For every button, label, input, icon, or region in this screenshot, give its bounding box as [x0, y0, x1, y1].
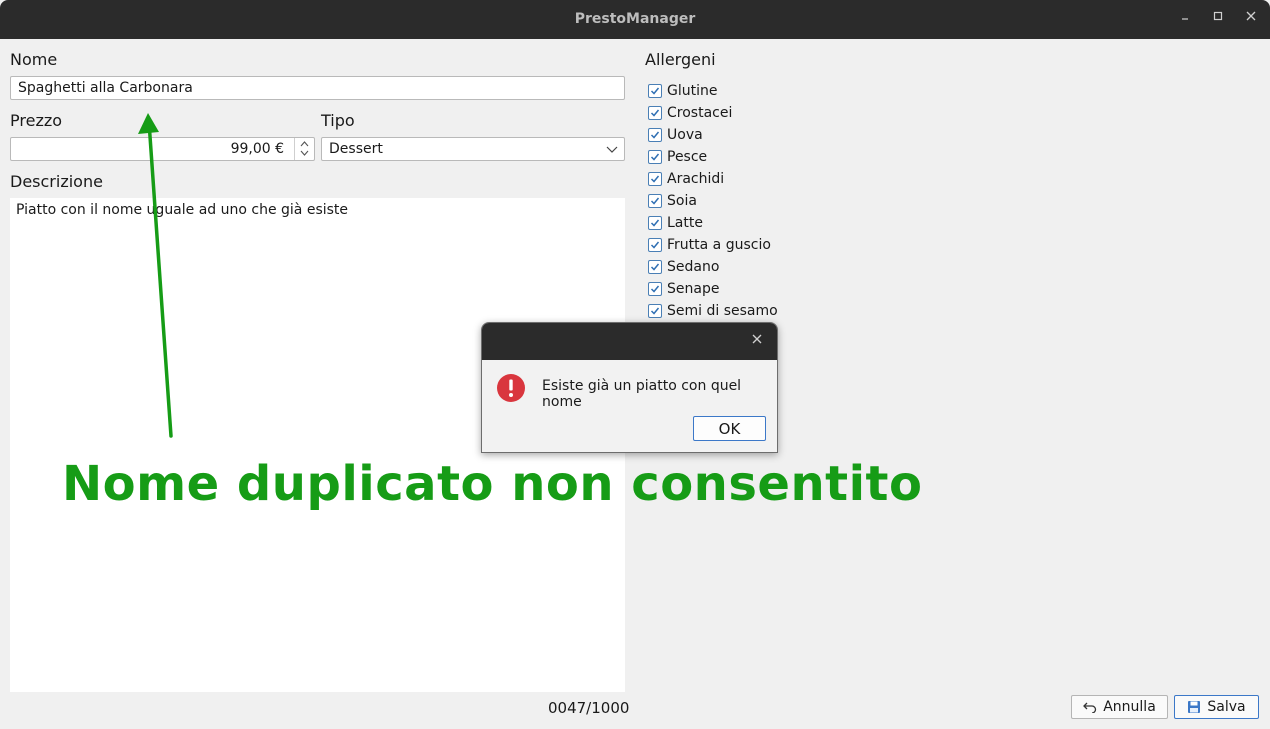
dialog-close-icon[interactable] [749, 332, 765, 348]
annotation-text: Nome duplicato non consentito [62, 456, 923, 512]
ok-button[interactable]: OK [693, 416, 766, 441]
dialog-message: Esiste già un piatto con quel nome [542, 378, 742, 410]
dialog-title-bar [482, 323, 777, 360]
error-icon [497, 374, 525, 402]
error-dialog: Esiste già un piatto con quel nome OK [481, 322, 778, 453]
